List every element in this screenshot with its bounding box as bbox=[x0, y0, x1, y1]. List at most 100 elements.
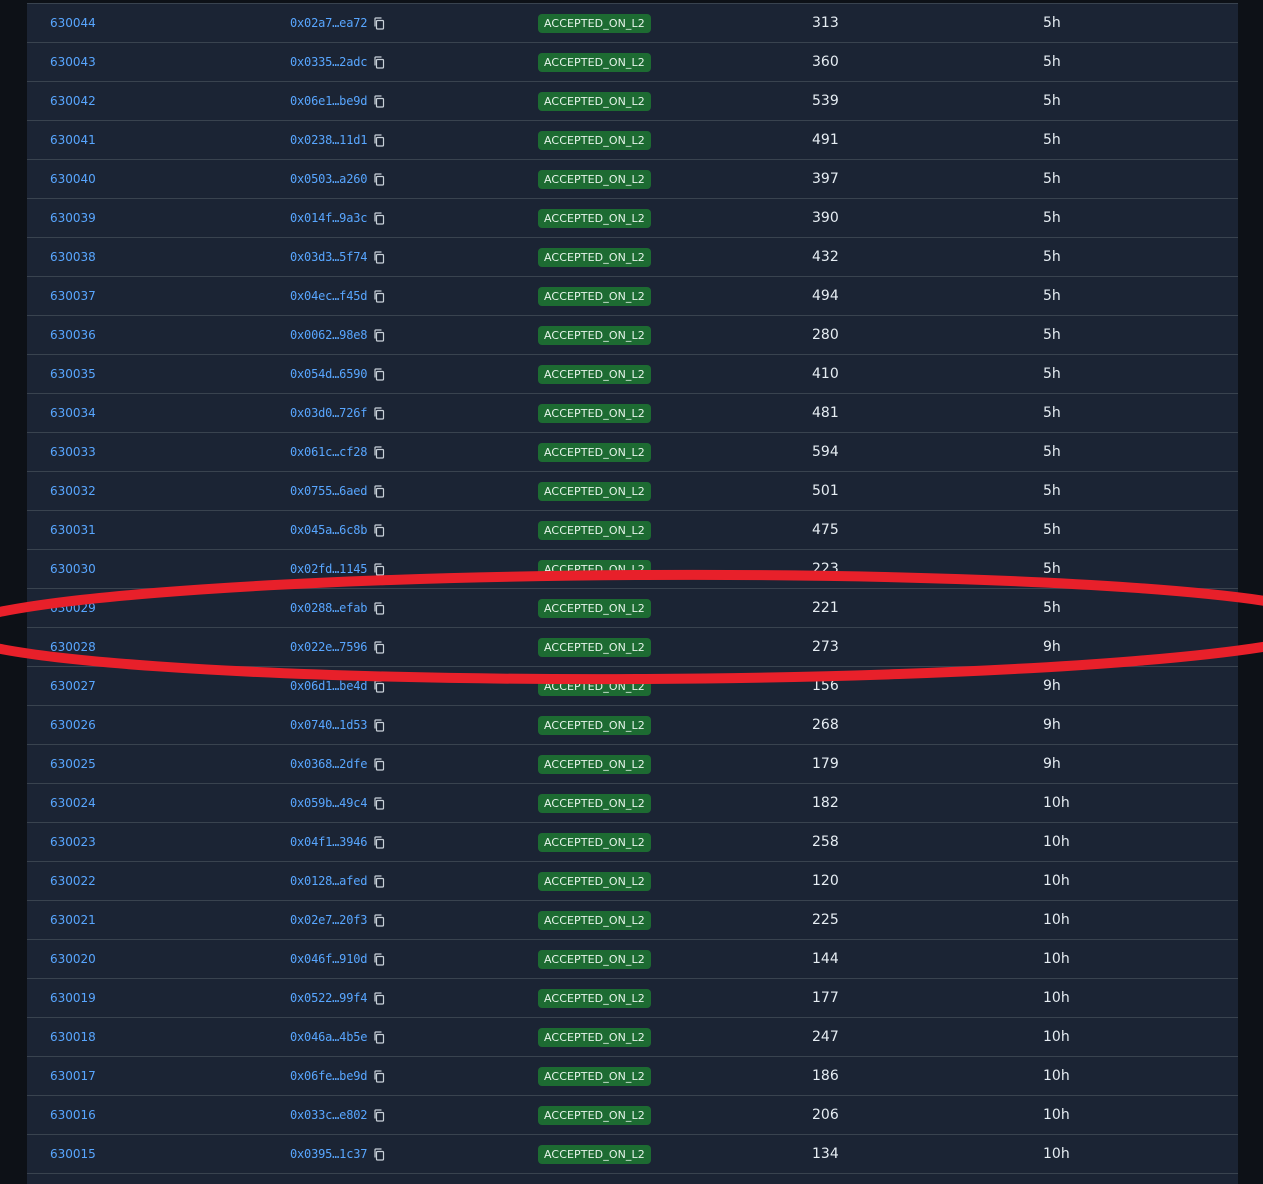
block-number-link[interactable]: 630019 bbox=[50, 991, 96, 1005]
block-hash-link[interactable]: 0x045a…6c8b bbox=[290, 523, 367, 537]
block-hash-cell: 0x0522…99f4 bbox=[290, 979, 385, 1017]
block-number-link[interactable]: 630043 bbox=[50, 55, 96, 69]
block-hash-link[interactable]: 0x0503…a260 bbox=[290, 172, 367, 186]
block-number-link[interactable]: 630044 bbox=[50, 16, 96, 30]
copy-icon[interactable] bbox=[373, 1147, 385, 1161]
copy-icon[interactable] bbox=[373, 211, 385, 225]
block-number-link[interactable]: 630028 bbox=[50, 640, 96, 654]
block-number-link[interactable]: 630029 bbox=[50, 601, 96, 615]
block-number-link[interactable]: 630024 bbox=[50, 796, 96, 810]
block-hash-link[interactable]: 0x0395…1c37 bbox=[290, 1147, 367, 1161]
block-hash-link[interactable]: 0x04ec…f45d bbox=[290, 289, 367, 303]
block-number-link[interactable]: 630017 bbox=[50, 1069, 96, 1083]
block-number-link[interactable]: 630030 bbox=[50, 562, 96, 576]
table-row: 630028 0x022e…7596 ACCEPTED_ON_L2 273 9h bbox=[27, 628, 1238, 667]
copy-icon[interactable] bbox=[373, 16, 385, 30]
copy-icon[interactable] bbox=[373, 1030, 385, 1044]
block-hash-link[interactable]: 0x0062…98e8 bbox=[290, 328, 367, 342]
block-hash-cell: 0x0335…2adc bbox=[290, 43, 385, 81]
block-hash-link[interactable]: 0x0335…2adc bbox=[290, 55, 367, 69]
copy-icon[interactable] bbox=[373, 874, 385, 888]
block-number-link[interactable]: 630037 bbox=[50, 289, 96, 303]
block-hash-link[interactable]: 0x02fd…1145 bbox=[290, 562, 367, 576]
block-hash-link[interactable]: 0x022e…7596 bbox=[290, 640, 367, 654]
copy-icon[interactable] bbox=[373, 952, 385, 966]
block-number-link[interactable]: 630015 bbox=[50, 1147, 96, 1161]
copy-icon[interactable] bbox=[373, 445, 385, 459]
copy-icon[interactable] bbox=[373, 1108, 385, 1122]
block-number-link[interactable]: 630041 bbox=[50, 133, 96, 147]
copy-icon[interactable] bbox=[373, 835, 385, 849]
block-hash-link[interactable]: 0x0288…efab bbox=[290, 601, 367, 615]
block-number-link[interactable]: 630018 bbox=[50, 1030, 96, 1044]
copy-icon[interactable] bbox=[373, 55, 385, 69]
block-hash-link[interactable]: 0x0238…11d1 bbox=[290, 133, 367, 147]
block-number-link[interactable]: 630039 bbox=[50, 211, 96, 225]
copy-icon[interactable] bbox=[373, 796, 385, 810]
block-number-link[interactable]: 630023 bbox=[50, 835, 96, 849]
block-number-link[interactable]: 630032 bbox=[50, 484, 96, 498]
copy-icon[interactable] bbox=[373, 484, 385, 498]
copy-icon[interactable] bbox=[373, 250, 385, 264]
block-number-link[interactable]: 630026 bbox=[50, 718, 96, 732]
copy-icon[interactable] bbox=[373, 913, 385, 927]
age-cell: 5h bbox=[1043, 589, 1061, 627]
block-hash-link[interactable]: 0x02e7…20f3 bbox=[290, 913, 367, 927]
tx-count: 280 bbox=[812, 327, 839, 343]
block-number-link[interactable]: 630040 bbox=[50, 172, 96, 186]
block-number-link[interactable]: 630027 bbox=[50, 679, 96, 693]
block-number-link[interactable]: 630016 bbox=[50, 1108, 96, 1122]
block-hash-link[interactable]: 0x03d3…5f74 bbox=[290, 250, 367, 264]
block-hash-link[interactable]: 0x02a7…ea72 bbox=[290, 16, 367, 30]
table-row: 630031 0x045a…6c8b ACCEPTED_ON_L2 475 5h bbox=[27, 511, 1238, 550]
block-hash-link[interactable]: 0x046a…4b5e bbox=[290, 1030, 367, 1044]
block-hash-link[interactable]: 0x0755…6aed bbox=[290, 484, 367, 498]
block-number-link[interactable]: 630021 bbox=[50, 913, 96, 927]
block-hash-link[interactable]: 0x0740…1d53 bbox=[290, 718, 367, 732]
age-cell: 5h bbox=[1043, 316, 1061, 354]
block-hash-link[interactable]: 0x054d…6590 bbox=[290, 367, 367, 381]
block-number-link[interactable]: 630042 bbox=[50, 94, 96, 108]
block-hash-link[interactable]: 0x046f…910d bbox=[290, 952, 367, 966]
copy-icon[interactable] bbox=[373, 523, 385, 537]
block-number-link[interactable]: 630031 bbox=[50, 523, 96, 537]
copy-icon[interactable] bbox=[373, 757, 385, 771]
block-number-link[interactable]: 630038 bbox=[50, 250, 96, 264]
copy-icon[interactable] bbox=[373, 601, 385, 615]
block-number-link[interactable]: 630034 bbox=[50, 406, 96, 420]
copy-icon[interactable] bbox=[373, 289, 385, 303]
block-hash-link[interactable]: 0x061c…cf28 bbox=[290, 445, 367, 459]
block-hash-link[interactable]: 0x06e1…be9d bbox=[290, 94, 367, 108]
copy-icon[interactable] bbox=[373, 328, 385, 342]
block-hash-link[interactable]: 0x04f1…3946 bbox=[290, 835, 367, 849]
block-number-link[interactable]: 630033 bbox=[50, 445, 96, 459]
block-number-link[interactable]: 630022 bbox=[50, 874, 96, 888]
copy-icon[interactable] bbox=[373, 562, 385, 576]
copy-icon[interactable] bbox=[373, 94, 385, 108]
block-hash-link[interactable]: 0x059b…49c4 bbox=[290, 796, 367, 810]
copy-icon[interactable] bbox=[373, 991, 385, 1005]
block-hash-cell: 0x045a…6c8b bbox=[290, 511, 385, 549]
copy-icon[interactable] bbox=[373, 367, 385, 381]
block-hash-link[interactable]: 0x0128…afed bbox=[290, 874, 367, 888]
copy-icon[interactable] bbox=[373, 718, 385, 732]
copy-icon[interactable] bbox=[373, 1069, 385, 1083]
block-number-link[interactable]: 630020 bbox=[50, 952, 96, 966]
block-hash-link[interactable]: 0x06fe…be9d bbox=[290, 1069, 367, 1083]
block-hash-link[interactable]: 0x014f…9a3c bbox=[290, 211, 367, 225]
status-cell: ACCEPTED_ON_L2 bbox=[538, 472, 651, 510]
block-hash-link[interactable]: 0x0368…2dfe bbox=[290, 757, 367, 771]
block-hash-link[interactable]: 0x0522…99f4 bbox=[290, 991, 367, 1005]
copy-icon[interactable] bbox=[373, 679, 385, 693]
age-cell: 10h bbox=[1043, 862, 1070, 900]
block-hash-link[interactable]: 0x06d1…be4d bbox=[290, 679, 367, 693]
copy-icon[interactable] bbox=[373, 640, 385, 654]
copy-icon[interactable] bbox=[373, 406, 385, 420]
block-number-link[interactable]: 630036 bbox=[50, 328, 96, 342]
copy-icon[interactable] bbox=[373, 133, 385, 147]
block-number-link[interactable]: 630025 bbox=[50, 757, 96, 771]
copy-icon[interactable] bbox=[373, 172, 385, 186]
block-hash-link[interactable]: 0x03d0…726f bbox=[290, 406, 367, 420]
block-number-link[interactable]: 630035 bbox=[50, 367, 96, 381]
block-hash-link[interactable]: 0x033c…e802 bbox=[290, 1108, 367, 1122]
